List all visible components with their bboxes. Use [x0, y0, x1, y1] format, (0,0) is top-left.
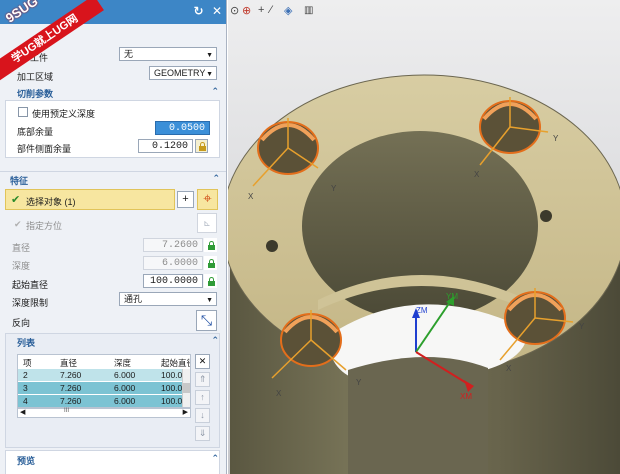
move-up-one-icon[interactable]: ↑ — [195, 390, 210, 405]
target-icon[interactable]: ⊕ — [242, 4, 251, 17]
dropdown-arrow-icon: ▼ — [206, 297, 213, 304]
depth-input[interactable]: 6.0000 — [143, 256, 203, 270]
column-header: 深度 — [114, 358, 132, 368]
floor-stock-input[interactable]: 0.0500 — [155, 121, 210, 135]
move-down-icon[interactable]: ⇓ — [195, 426, 210, 441]
select-object-row[interactable]: ✔ 选择对象 (1) — [5, 189, 175, 210]
crosshair-icon[interactable]: ⌖ — [197, 189, 218, 210]
table-header: 项 直径 深度 起始直径 — [18, 356, 190, 368]
dropdown-arrow-icon: ▼ — [206, 52, 213, 59]
axis-zm: ZM — [416, 306, 428, 315]
depth-limit-select[interactable]: 通孔 ▼ — [119, 292, 217, 306]
checkmark-icon: ✔ — [14, 219, 22, 229]
part-model — [228, 0, 620, 474]
vertical-scrollbar[interactable] — [182, 369, 190, 407]
region-select[interactable]: GEOMETRY ▼ — [149, 66, 217, 80]
hole2-axis-y: Y — [553, 134, 559, 143]
reverse-direction-icon[interactable]: ⤡ — [196, 310, 217, 331]
preview-title[interactable]: 预览 — [17, 454, 35, 467]
orientation-label: 指定方位 — [26, 221, 63, 231]
start-diameter-label: 起始直径 — [12, 280, 49, 290]
dropdown-arrow-icon: ▼ — [206, 71, 213, 78]
reverse-label: 反向 — [12, 318, 31, 328]
checkmark-icon: ✔ — [11, 194, 21, 206]
lock-icon[interactable] — [204, 274, 217, 288]
part-select[interactable]: 无 ▼ — [119, 47, 217, 61]
plus-icon[interactable]: + — [258, 4, 264, 16]
hole1-axis-y: Y — [331, 184, 337, 193]
snap-icon[interactable]: ⊙ — [230, 4, 239, 17]
view-toolbar: ⊙ ⊕ + ⁄ ◈ ▥ — [228, 4, 620, 22]
close-icon[interactable]: ✕ — [212, 4, 222, 18]
feature-header[interactable]: 特征 ⌃ — [0, 171, 226, 186]
move-up-icon[interactable]: ⇑ — [195, 372, 210, 387]
line-icon[interactable]: ⁄ — [270, 4, 272, 16]
predefined-depth-label: 使用预定义深度 — [32, 109, 96, 119]
part-label: 工件 — [30, 53, 49, 63]
collapse-chevron-icon[interactable]: ⌃ — [211, 453, 219, 464]
hole2-axis-x: X — [474, 170, 480, 179]
delete-icon[interactable]: ✕ — [195, 354, 210, 369]
table-row[interactable]: 3 7.260 6.000 100.0 — [18, 382, 190, 394]
table-row[interactable]: 4 7.260 6.000 100.0 — [18, 395, 190, 407]
list-title[interactable]: 列表 — [17, 336, 35, 349]
reset-icon[interactable]: ↻ — [194, 4, 204, 18]
lock-icon[interactable] — [204, 238, 217, 252]
hole-list-table: 项 直径 深度 起始直径 2 7.260 6.000 100.0 3 7.260… — [17, 354, 191, 408]
view-icon[interactable]: ◈ — [284, 4, 292, 17]
hole4-axis-x: X — [506, 364, 512, 373]
collapse-chevron-icon[interactable]: ⌃ — [211, 86, 219, 97]
horizontal-scrollbar[interactable]: ◀ III ▶ — [17, 408, 191, 418]
preview-section — [5, 450, 220, 474]
wall-stock-input[interactable]: 0.1200 — [138, 139, 193, 153]
feature-title: 特征 — [10, 176, 29, 186]
dialog-titlebar: ↻ ✕ — [0, 0, 226, 24]
predefined-depth-checkbox[interactable] — [18, 107, 28, 117]
hole1-axis-x: X — [248, 192, 254, 201]
diameter-label: 直径 — [12, 243, 31, 253]
hole3-axis-x: X — [276, 389, 282, 398]
layer-icon[interactable]: ▥ — [304, 5, 313, 16]
depth-limit-label: 深度限制 — [12, 298, 49, 308]
hole-feature-dialog: ↻ ✕ 工件 无 ▼ 加工区域 GEOMETRY ▼ 切削参数 ⌃ 使用预定义深度 … — [0, 0, 227, 474]
start-diameter-input[interactable]: 100.0000 — [143, 274, 203, 288]
scroll-right-icon[interactable]: ▶ — [183, 408, 188, 416]
wall-stock-label: 部件侧面余量 — [17, 144, 72, 154]
hole3-axis-y: Y — [356, 378, 362, 387]
scroll-left-icon[interactable]: ◀ — [20, 408, 25, 416]
collapse-chevron-icon[interactable]: ⌃ — [211, 335, 219, 346]
diameter-input[interactable]: 7.2600 — [143, 238, 203, 252]
select-object-label: 选择对象 (1) — [26, 197, 76, 207]
move-down-one-icon[interactable]: ↓ — [195, 408, 210, 423]
collapse-chevron-icon[interactable]: ⌃ — [212, 173, 220, 184]
column-header: 直径 — [60, 358, 78, 368]
axis-ym: YM — [446, 292, 458, 301]
lock-icon[interactable] — [204, 256, 217, 270]
column-header: 项 — [23, 358, 32, 368]
csys-icon[interactable]: ⊾ — [197, 213, 217, 233]
scroll-thumb[interactable]: III — [64, 408, 69, 414]
depth-label: 深度 — [12, 261, 31, 271]
axis-xm: XM — [460, 392, 472, 401]
region-label: 加工区域 — [17, 72, 54, 82]
graphics-viewport[interactable]: Y X X Y X Y X Y ZM YM XM — [228, 0, 620, 474]
column-header: 起始直径 — [161, 358, 190, 368]
lock-icon[interactable] — [195, 139, 208, 153]
add-point-icon[interactable]: + — [177, 191, 194, 208]
floor-stock-label: 底部余量 — [17, 127, 54, 137]
hole4-axis-y: Y — [579, 322, 585, 331]
table-row[interactable]: 2 7.260 6.000 100.0 — [18, 369, 190, 381]
cut-params-title[interactable]: 切削参数 — [17, 87, 53, 100]
